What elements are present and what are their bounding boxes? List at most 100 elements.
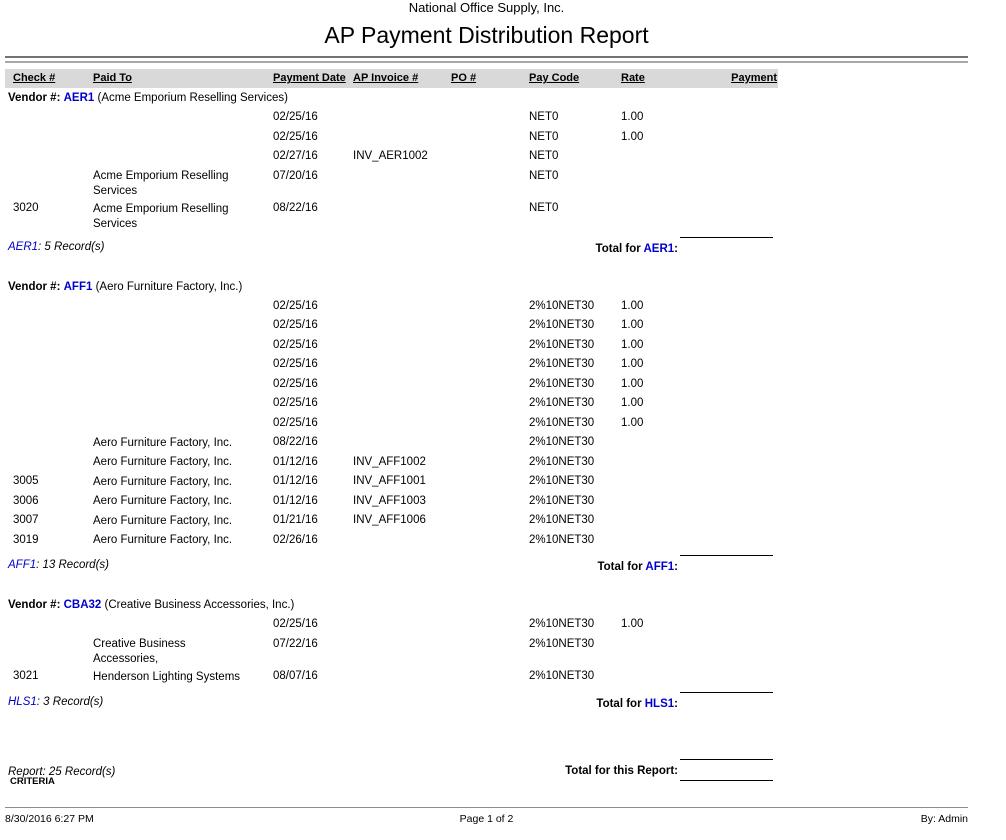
cell-check [13, 433, 93, 453]
cell-invoice [353, 336, 451, 356]
vendor-summary-row: HLS1: 3 Record(s)Total for HLS1: [5, 691, 965, 715]
cell-invoice: INV_AFF1003 [353, 492, 451, 512]
column-header-payment-date: Payment Date [273, 69, 353, 88]
column-header-rate: Rate [621, 69, 677, 88]
cell-check: 3020 [13, 199, 93, 232]
cell-check [13, 336, 93, 356]
cell-po [451, 531, 529, 551]
table-row: 3019Aero Furniture Factory, Inc.02/26/16… [5, 531, 965, 551]
cell-pay-code: 2%10NET30 [529, 453, 621, 473]
cell-paid-to: Aero Furniture Factory, Inc. [93, 531, 273, 551]
footer-rule [5, 807, 968, 808]
cell-paid-to [93, 108, 273, 128]
total-colon: : [674, 243, 678, 255]
table-row: 02/25/162%10NET301.00 [5, 414, 965, 434]
cell-check: 3019 [13, 531, 93, 551]
column-header-paid-to: Paid To [93, 69, 273, 88]
record-count-text: : 13 Record(s) [36, 559, 109, 571]
cell-pay-code: NET0 [529, 199, 621, 232]
cell-check: 3007 [13, 511, 93, 531]
cell-payment [677, 199, 777, 232]
cell-pay-code: NET0 [529, 147, 621, 167]
vendor-id: AFF1 [64, 281, 93, 293]
cell-date: 07/20/16 [273, 167, 353, 200]
company-name: National Office Supply, Inc. [5, 0, 968, 15]
cell-paid-to [93, 128, 273, 148]
cell-paid-to: Acme Emporium Reselling Services [93, 167, 273, 200]
cell-date: 02/26/16 [273, 531, 353, 551]
vendor-sections: Vendor #: AER1 (Acme Emporium Reselling … [5, 91, 965, 787]
cell-paid-to [93, 375, 273, 395]
cell-check: 3021 [13, 667, 93, 687]
cell-payment [677, 511, 777, 531]
cell-payment [677, 492, 777, 512]
cell-rate [621, 433, 677, 453]
cell-invoice [353, 615, 451, 635]
cell-date: 02/25/16 [273, 355, 353, 375]
cell-paid-to [93, 394, 273, 414]
table-row: 02/25/162%10NET301.00 [5, 615, 965, 635]
table-row: 02/25/162%10NET301.00 [5, 316, 965, 336]
cell-po [451, 336, 529, 356]
vendor-record-count: AFF1: 13 Record(s) [8, 559, 109, 571]
cell-pay-code: 2%10NET30 [529, 297, 621, 317]
cell-date: 02/25/16 [273, 615, 353, 635]
cell-po [451, 108, 529, 128]
cell-pay-code: 2%10NET30 [529, 615, 621, 635]
cell-invoice [353, 167, 451, 200]
title-rule-dark [5, 56, 968, 58]
cell-rate [621, 635, 677, 668]
vendor-header: Vendor #: CBA32 (Creative Business Acces… [5, 598, 965, 613]
cell-pay-code: 2%10NET30 [529, 492, 621, 512]
vendor-number-label: Vendor #: [8, 281, 60, 293]
cell-date: 08/07/16 [273, 667, 353, 687]
cell-payment [677, 355, 777, 375]
cell-paid-to [93, 147, 273, 167]
total-prefix: Total for [596, 243, 644, 255]
cell-invoice [353, 108, 451, 128]
cell-po [451, 453, 529, 473]
cell-pay-code: NET0 [529, 108, 621, 128]
cell-invoice [353, 531, 451, 551]
cell-po [451, 667, 529, 687]
total-prefix: Total for [597, 561, 645, 573]
total-colon: : [674, 561, 678, 573]
cell-payment [677, 635, 777, 668]
cell-po [451, 414, 529, 434]
total-vendor-id: AFF1 [645, 561, 674, 573]
vendor-header: Vendor #: AER1 (Acme Emporium Reselling … [5, 91, 965, 106]
cell-invoice: INV_AER1002 [353, 147, 451, 167]
cell-payment [677, 472, 777, 492]
cell-rate: 1.00 [621, 414, 677, 434]
cell-date: 02/25/16 [273, 297, 353, 317]
cell-payment [677, 414, 777, 434]
title-rule-light [5, 61, 968, 63]
cell-rate: 1.00 [621, 297, 677, 317]
cell-paid-to [93, 316, 273, 336]
cell-invoice [353, 297, 451, 317]
cell-paid-to [93, 336, 273, 356]
record-count-text: : 3 Record(s) [37, 696, 103, 708]
table-row: 02/27/16INV_AER1002 NET0 [5, 147, 965, 167]
table-row: 3007Aero Furniture Factory, Inc.01/21/16… [5, 511, 965, 531]
cell-po [451, 635, 529, 668]
cell-date: 02/25/16 [273, 375, 353, 395]
cell-invoice: INV_AFF1001 [353, 472, 451, 492]
cell-po [451, 297, 529, 317]
cell-rate: 1.00 [621, 336, 677, 356]
cell-rate [621, 167, 677, 200]
cell-pay-code: 2%10NET30 [529, 414, 621, 434]
cell-payment [677, 336, 777, 356]
cell-rate [621, 472, 677, 492]
cell-invoice [353, 414, 451, 434]
table-row: 02/25/16NET01.00 [5, 128, 965, 148]
table-row: Aero Furniture Factory, Inc.08/22/162%10… [5, 433, 965, 453]
cell-paid-to [93, 414, 273, 434]
cell-pay-code: 2%10NET30 [529, 375, 621, 395]
column-header-po: PO # [451, 69, 529, 88]
vendor-summary-row: AER1: 5 Record(s)Total for AER1: [5, 236, 965, 260]
cell-payment [677, 375, 777, 395]
cell-check [13, 453, 93, 473]
cell-date: 02/27/16 [273, 147, 353, 167]
vendor-total-label: Total for AER1: [596, 243, 678, 255]
